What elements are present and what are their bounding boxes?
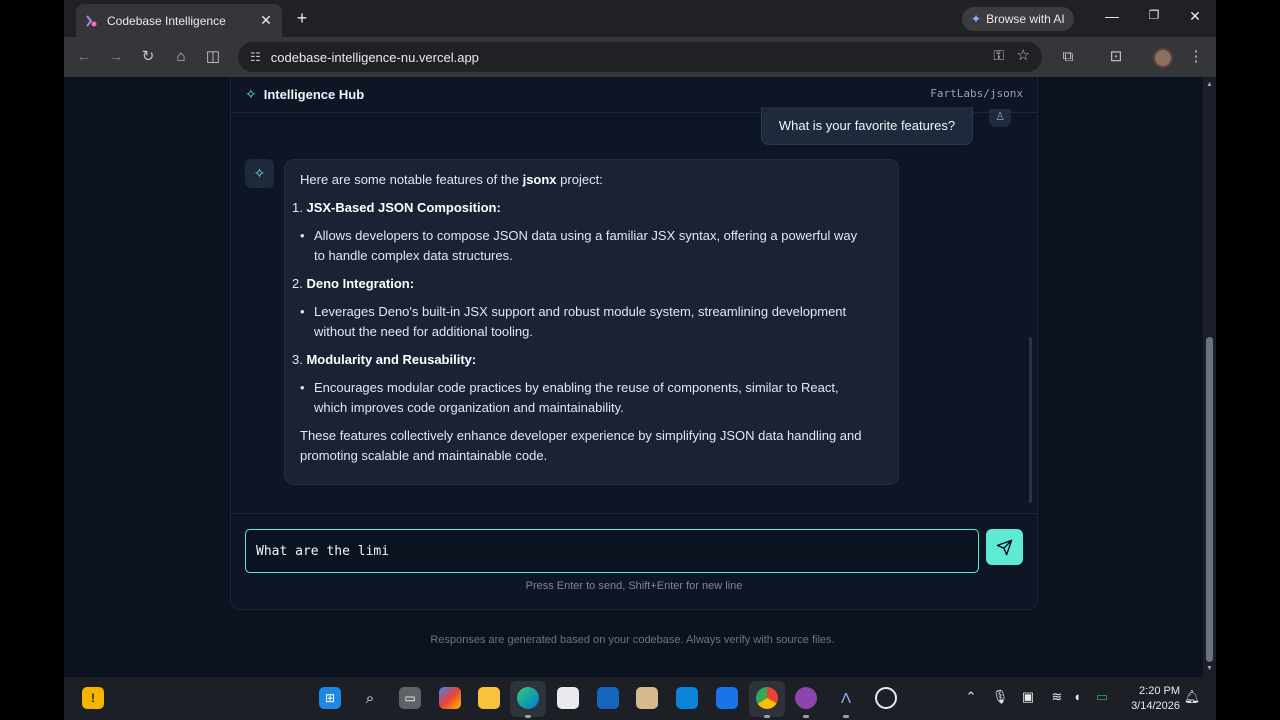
- home-icon[interactable]: ⌂: [171, 47, 191, 67]
- disclaimer-text: Responses are generated based on your co…: [430, 634, 835, 646]
- wifi-icon[interactable]: ≋: [1048, 689, 1066, 705]
- bullet-icon: •: [300, 228, 305, 243]
- clock-time: 2:20 PM: [1139, 685, 1180, 697]
- split-view-icon[interactable]: ◫: [203, 47, 223, 67]
- address-bar[interactable]: ☷ codebase-intelligence-nu.vercel.app ⚿ …: [238, 42, 1042, 72]
- tab-title: Codebase Intelligence: [107, 13, 226, 28]
- page-scrollbar[interactable]: ▲ ▼: [1203, 77, 1216, 677]
- store-icon[interactable]: [557, 687, 579, 709]
- chat-panel: ✧ Intelligence Hub FartLabs/jsonx What i…: [230, 77, 1038, 610]
- new-tab-button[interactable]: +: [292, 8, 312, 28]
- running-indicator: [764, 715, 770, 718]
- send-icon: [996, 539, 1013, 555]
- feature-heading: 3. Modularity and Reusability:: [292, 352, 477, 367]
- profile-avatar[interactable]: [1153, 48, 1173, 68]
- box-app-icon[interactable]: [636, 687, 658, 709]
- assistant-conclusion: These features collectively enhance deve…: [300, 428, 862, 443]
- browser-toolbar: ← → ↻ ⌂ ◫ ☷ codebase-intelligence-nu.ver…: [64, 37, 1216, 77]
- feature-detail: Allows developers to compose JSON data u…: [314, 228, 858, 243]
- feature-detail: Encourages modular code practices by ena…: [314, 380, 839, 395]
- url-text: codebase-intelligence-nu.vercel.app: [270, 49, 479, 65]
- feature-detail: Leverages Deno's built-in JSX support an…: [314, 304, 847, 319]
- assistant-conclusion: promoting scalable and maintainable code…: [300, 448, 548, 463]
- feature-detail: to handle complex data structures.: [314, 248, 513, 263]
- user-avatar-icon: ♙: [989, 109, 1011, 127]
- notification-bell-icon[interactable]: 🔔︎: [1183, 689, 1201, 705]
- running-indicator: [803, 715, 809, 718]
- site-info-icon[interactable]: ☷: [250, 50, 261, 64]
- user-message: What is your favorite features?: [761, 107, 973, 145]
- browser-window: Codebase Intelligence ✕ + ✦ Browse with …: [64, 0, 1216, 720]
- microphone-icon[interactable]: 🎙︎: [991, 689, 1009, 705]
- copilot-icon[interactable]: [439, 687, 461, 709]
- tab-close-icon[interactable]: ✕: [258, 12, 274, 29]
- bullet-icon: •: [300, 380, 305, 395]
- app-a-icon[interactable]: Λ: [835, 687, 857, 709]
- photos-icon[interactable]: [676, 687, 698, 709]
- assistant-intro: Here are some notable features of the js…: [300, 172, 603, 187]
- running-indicator: [843, 715, 849, 718]
- edge-icon[interactable]: [517, 687, 539, 709]
- feature-detail: which improves code organization and mai…: [314, 400, 624, 415]
- forward-icon[interactable]: →: [106, 47, 126, 67]
- running-indicator: [525, 715, 531, 718]
- assistant-avatar-icon: ✧: [245, 159, 274, 188]
- windows-start-icon[interactable]: ⊞: [319, 687, 341, 709]
- browse-with-ai-label: Browse with AI: [986, 12, 1065, 26]
- tab-codebase-intelligence[interactable]: Codebase Intelligence ✕: [76, 4, 282, 37]
- warning-icon[interactable]: !: [82, 687, 104, 709]
- sparkle-icon: ✧: [245, 86, 257, 102]
- app-favicon-icon: [84, 14, 98, 28]
- tab-search-icon[interactable]: ⊡: [1106, 47, 1126, 67]
- password-key-icon[interactable]: ⚿: [993, 47, 1004, 64]
- divider: [231, 513, 1037, 514]
- file-explorer-icon[interactable]: [478, 687, 500, 709]
- reload-icon[interactable]: ↻: [138, 47, 158, 67]
- minimize-icon[interactable]: —: [1102, 8, 1122, 24]
- volume-icon[interactable]: ◖: [1068, 689, 1086, 704]
- clock-date: 3/14/2026: [1131, 700, 1180, 712]
- system-clock[interactable]: 2:20 PM 3/14/2026: [1122, 684, 1180, 714]
- vscode-icon[interactable]: [597, 687, 619, 709]
- search-icon[interactable]: ⌕: [359, 687, 381, 709]
- menu-kebab-icon[interactable]: ⋮: [1186, 47, 1206, 67]
- page-content: ✧ Intelligence Hub FartLabs/jsonx What i…: [64, 77, 1216, 677]
- chat-scrollbar[interactable]: [1029, 337, 1032, 503]
- back-icon[interactable]: ←: [74, 47, 94, 67]
- tray-overflow-icon[interactable]: ⌃: [962, 689, 980, 705]
- bookmark-star-icon[interactable]: ☆: [1017, 46, 1030, 64]
- scroll-thumb[interactable]: [1206, 337, 1213, 662]
- restore-icon[interactable]: ❐: [1144, 8, 1164, 22]
- task-view-icon[interactable]: ▭: [399, 687, 421, 709]
- repo-name: FartLabs/jsonx: [930, 87, 1023, 100]
- taskbar: ! ⊞ ⌕ ▭ Λ ⌃ 🎙︎ ▣ ≋ ◖ ▭ 2:20 PM 3/14/2026…: [64, 677, 1216, 720]
- tab-strip: Codebase Intelligence ✕ + ✦ Browse with …: [64, 0, 1216, 37]
- feature-heading: 1. JSX-Based JSON Composition:: [292, 200, 501, 215]
- github-icon[interactable]: [795, 687, 817, 709]
- feature-detail: without the need for additional tooling.: [314, 324, 533, 339]
- camera-icon[interactable]: ▣: [1019, 689, 1037, 705]
- chrome-icon[interactable]: [756, 687, 778, 709]
- chatgpt-icon[interactable]: [875, 687, 897, 709]
- battery-icon[interactable]: ▭: [1093, 689, 1111, 705]
- chat-input[interactable]: [245, 529, 979, 573]
- close-window-icon[interactable]: ✕: [1185, 8, 1205, 25]
- scroll-down-icon[interactable]: ▼: [1203, 665, 1216, 672]
- mail-icon[interactable]: [716, 687, 738, 709]
- ai-sparkle-icon: ✦: [971, 12, 982, 26]
- feature-heading: 2. Deno Integration:: [292, 276, 415, 291]
- browse-with-ai-button[interactable]: ✦ Browse with AI: [962, 7, 1074, 31]
- bullet-icon: •: [300, 304, 305, 319]
- send-button[interactable]: [986, 529, 1023, 565]
- extensions-icon[interactable]: ⧉: [1058, 47, 1078, 67]
- page-title: Intelligence Hub: [263, 87, 365, 102]
- composer-hint: Press Enter to send, Shift+Enter for new…: [525, 580, 743, 592]
- assistant-message: Here are some notable features of the js…: [284, 159, 899, 485]
- scroll-up-icon[interactable]: ▲: [1203, 81, 1216, 88]
